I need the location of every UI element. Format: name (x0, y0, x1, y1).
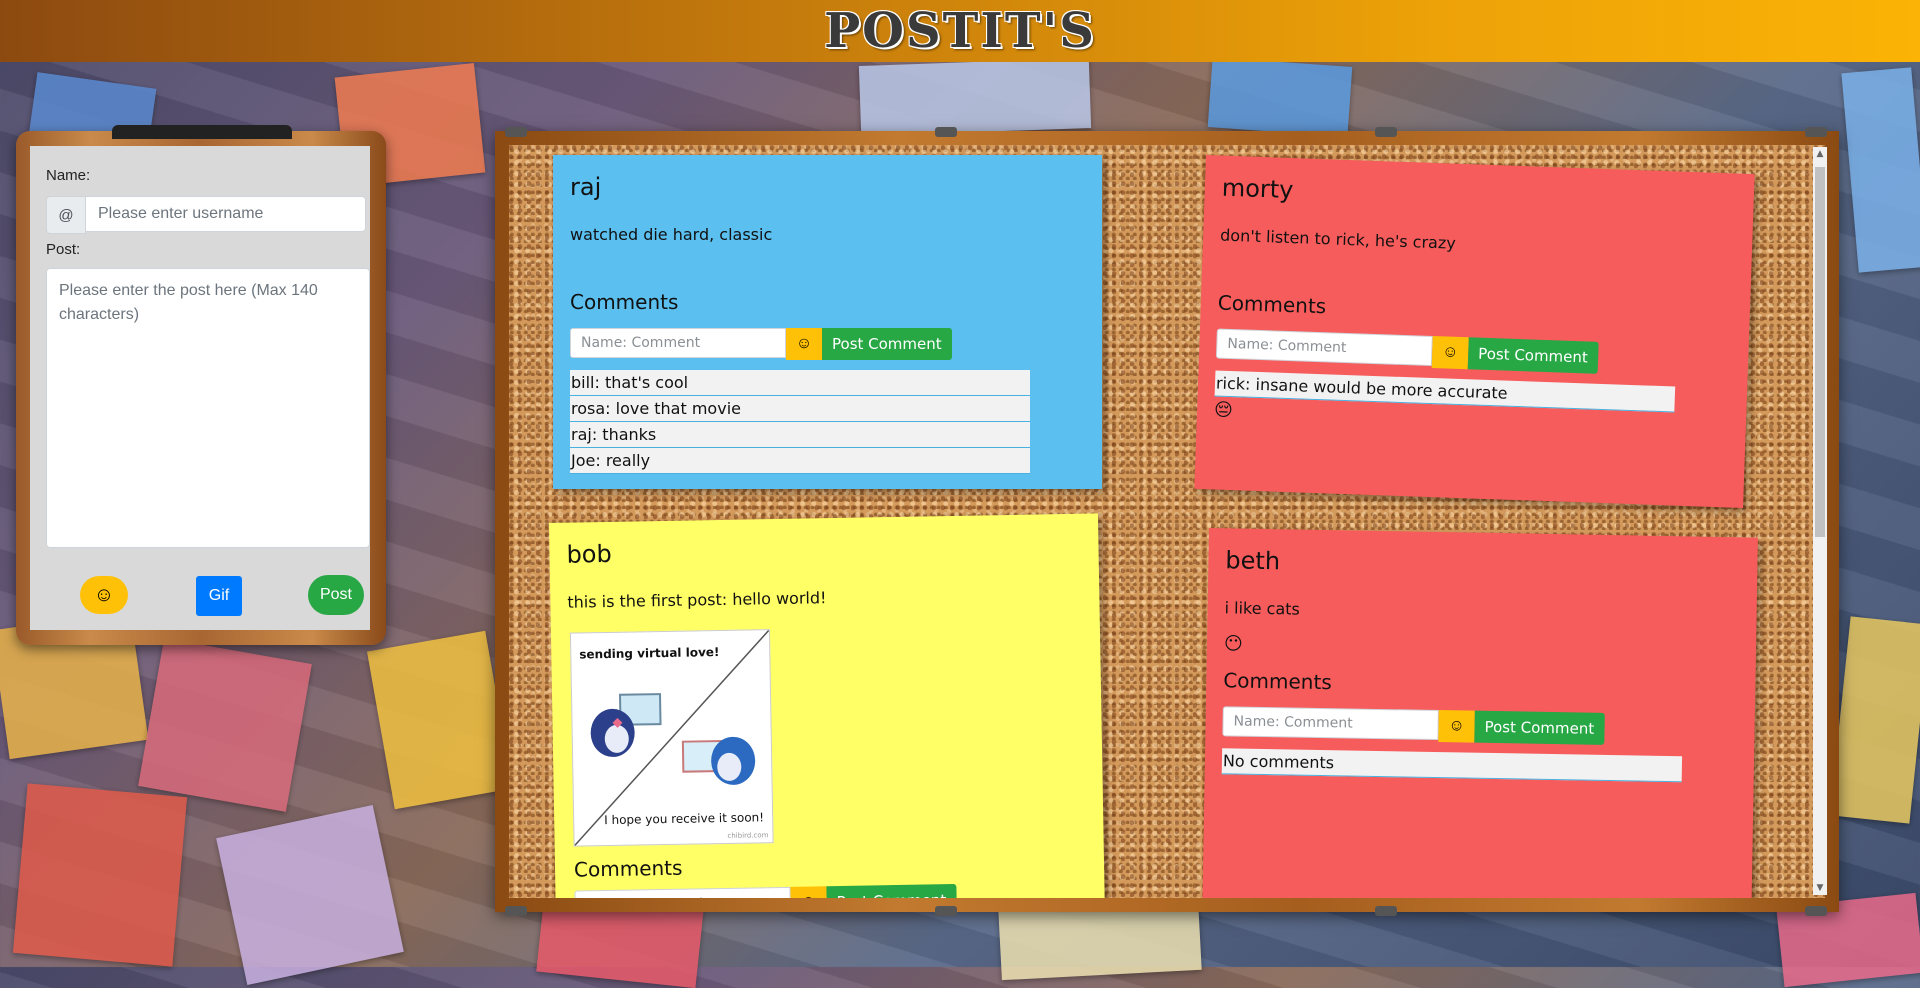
comment-emoji: 😔 (1213, 399, 1234, 422)
frame-clip (1805, 906, 1827, 916)
comment-list: rick: insane would be more accurate (1214, 370, 1676, 413)
comment-input[interactable] (570, 328, 786, 358)
post-comment-button[interactable]: Post Comment (1474, 710, 1605, 745)
background-note (1841, 67, 1920, 273)
username-group: @ (46, 196, 366, 234)
post-author: bob (566, 539, 612, 569)
comment-item: bill: that's cool (570, 370, 1030, 396)
background-note (12, 783, 188, 967)
post-button[interactable]: Post (308, 575, 364, 615)
app-header: POSTIT'S (0, 0, 1920, 62)
post-comment-button[interactable]: Post Comment (822, 328, 952, 360)
comment-form: ☺ Post Comment (1222, 706, 1605, 745)
comment-emoji-button[interactable]: ☺ (1438, 710, 1475, 743)
comment-list: bill: that's cool rosa: love that movie … (570, 370, 1030, 474)
clipboard-clip (112, 125, 292, 139)
post-emoji: 😶 (1223, 633, 1243, 655)
post-author: raj (570, 173, 602, 201)
gif-bottom-text: I hope you receive it soon! (604, 810, 765, 828)
background-note (367, 630, 513, 810)
frame-clip (1805, 127, 1827, 137)
post-comment-button[interactable]: Post Comment (1467, 337, 1599, 374)
comment-item: Joe: really (570, 448, 1030, 474)
gif-button[interactable]: Gif (196, 576, 242, 616)
post-note: morty don't listen to rick, he's crazy C… (1194, 155, 1755, 508)
post-textarea[interactable] (46, 268, 370, 548)
comment-emoji-button[interactable]: ☺ (786, 328, 822, 360)
frame-clip (505, 127, 527, 137)
gif-watermark: chibird.com (727, 831, 769, 840)
post-body: i like cats (1224, 598, 1301, 619)
frame-clip (1375, 127, 1397, 137)
comment-input[interactable] (574, 886, 791, 898)
post-author: morty (1221, 173, 1294, 205)
name-label: Name: (46, 167, 91, 184)
comment-item: rosa: love that movie (570, 396, 1030, 422)
post-body: don't listen to rick, he's crazy (1219, 225, 1457, 253)
smiley-icon: ☺ (1448, 717, 1465, 735)
frame-clip (935, 906, 957, 916)
comment-item: No comments (1221, 748, 1683, 783)
scroll-up-icon[interactable]: ▲ (1813, 147, 1827, 161)
new-post-panel: Name: @ Post: ☺ Gif Post (16, 125, 386, 645)
app-title: POSTIT'S (824, 3, 1096, 59)
comments-heading: Comments (573, 855, 683, 882)
background-note (138, 638, 312, 812)
frame-clip (505, 906, 527, 916)
comment-input[interactable] (1215, 328, 1433, 367)
gif-image: sending virtual love! I hope you receive… (569, 629, 774, 847)
post-comment-button[interactable]: Post Comment (826, 883, 957, 898)
comment-form: ☺ Post Comment (574, 883, 957, 898)
comments-heading: Comments (1217, 290, 1327, 319)
frame-clip (935, 127, 957, 137)
comment-form: ☺ Post Comment (1215, 328, 1599, 374)
comment-emoji-button[interactable]: ☺ (1431, 336, 1469, 370)
posts-area[interactable]: raj watched die hard, classic Comments ☺… (509, 145, 1825, 898)
post-note: bob this is the first post: hello world!… (549, 513, 1105, 898)
comment-list: No comments (1221, 748, 1683, 783)
emoji-picker-button[interactable]: ☺ (80, 576, 128, 614)
new-post-form: Name: @ Post: ☺ Gif Post (30, 146, 370, 630)
smiley-icon: ☺ (93, 583, 115, 606)
comment-form: ☺ Post Comment (570, 328, 952, 360)
posts-scrollbar[interactable]: ▲ ▼ (1813, 147, 1827, 895)
comment-input[interactable] (1222, 706, 1439, 741)
post-note: beth i like cats 😶 Comments ☺ Post Comme… (1202, 528, 1758, 898)
comment-item: rick: insane would be more accurate (1214, 370, 1676, 413)
scroll-thumb[interactable] (1815, 167, 1825, 537)
at-prefix: @ (46, 196, 86, 234)
comments-heading: Comments (570, 290, 679, 314)
comment-emoji-button[interactable]: ☺ (790, 886, 827, 898)
comments-heading: Comments (1223, 668, 1332, 695)
smiley-icon: ☺ (800, 893, 817, 898)
gif-top-text: sending virtual love! (579, 645, 720, 662)
background-note (858, 58, 1092, 136)
post-label: Post: (46, 241, 81, 258)
post-note: raj watched die hard, classic Comments ☺… (553, 155, 1102, 489)
background-note (1829, 616, 1920, 824)
post-body: watched die hard, classic (570, 225, 773, 244)
frame-clip (1375, 906, 1397, 916)
scroll-down-icon[interactable]: ▼ (1813, 881, 1827, 895)
post-body: this is the first post: hello world! (567, 588, 827, 612)
background-note (216, 805, 404, 985)
username-input[interactable] (86, 196, 366, 232)
post-author: beth (1225, 546, 1281, 576)
corkboard: raj watched die hard, classic Comments ☺… (495, 127, 1839, 916)
background-note (1207, 57, 1353, 137)
comment-item: raj: thanks (570, 422, 1030, 448)
smiley-icon: ☺ (1441, 343, 1459, 361)
smiley-icon: ☺ (795, 335, 813, 352)
